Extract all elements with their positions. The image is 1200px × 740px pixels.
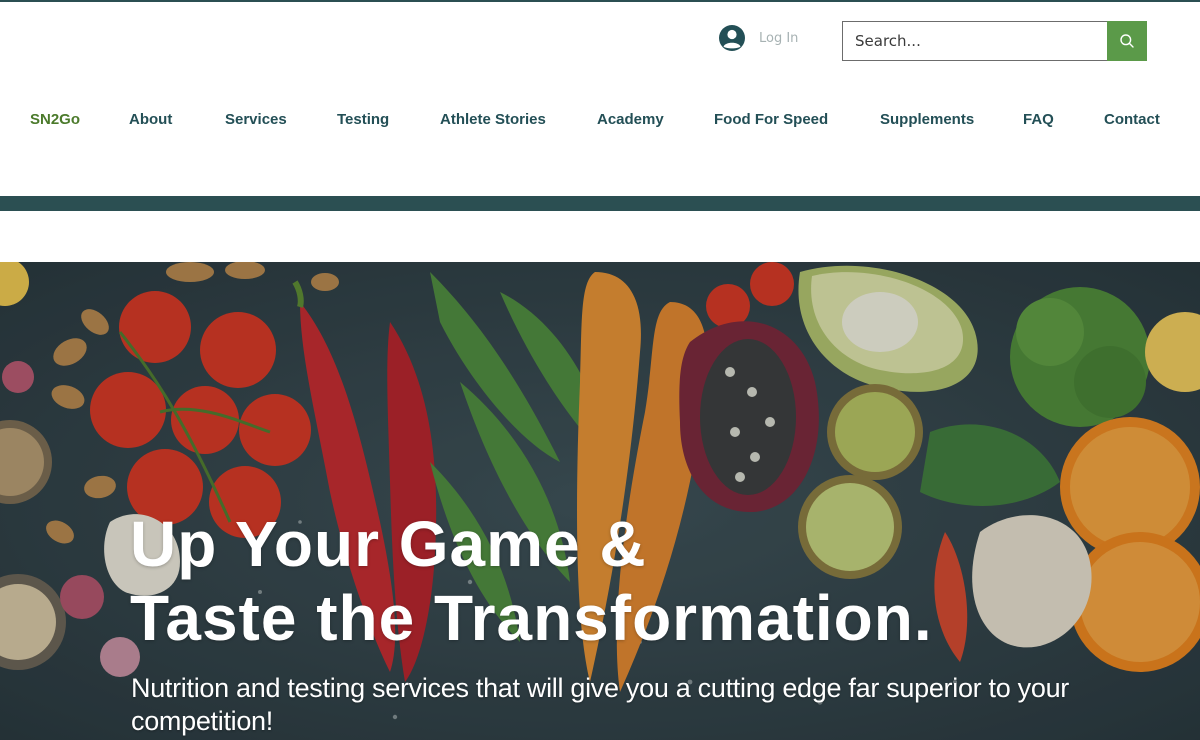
header-divider-band	[0, 196, 1200, 211]
hero-headline-line-2: Taste the Transformation.	[130, 582, 933, 654]
hero-subtext: Nutrition and testing services that will…	[131, 673, 1069, 736]
search-input[interactable]	[842, 21, 1107, 61]
top-border	[0, 0, 1200, 2]
hero-banner: Up Your Game & Taste the Transformation.…	[0, 262, 1200, 740]
nav-item-services[interactable]: Services	[225, 108, 287, 132]
nav-item-supplements[interactable]: Supplements	[880, 108, 974, 132]
nav-item-athlete-stories[interactable]: Athlete Stories	[440, 108, 546, 132]
search-bar	[842, 21, 1147, 61]
search-button[interactable]	[1107, 21, 1147, 61]
login-label: Log In	[759, 30, 799, 46]
nav-item-contact[interactable]: Contact	[1104, 108, 1160, 132]
nav-item-academy[interactable]: Academy	[597, 108, 664, 132]
login-button[interactable]: Log In	[718, 24, 798, 52]
search-icon	[1120, 34, 1134, 48]
hero-headline-line-1: Up Your Game &	[130, 508, 647, 580]
nav-item-testing[interactable]: Testing	[337, 108, 389, 132]
nav-item-faq[interactable]: FAQ	[1023, 108, 1054, 132]
hero-headline: Up Your Game & Taste the Transformation.	[130, 507, 933, 655]
nav-item-food-for-speed[interactable]: Food For Speed	[714, 108, 828, 132]
nav-item-sn2go[interactable]: SN2Go	[30, 108, 80, 132]
avatar-icon	[719, 25, 745, 51]
nav-item-about[interactable]: About	[129, 108, 172, 132]
main-nav: SN2Go About Services Testing Athlete Sto…	[0, 108, 1200, 132]
hero-overlay	[0, 262, 1200, 740]
